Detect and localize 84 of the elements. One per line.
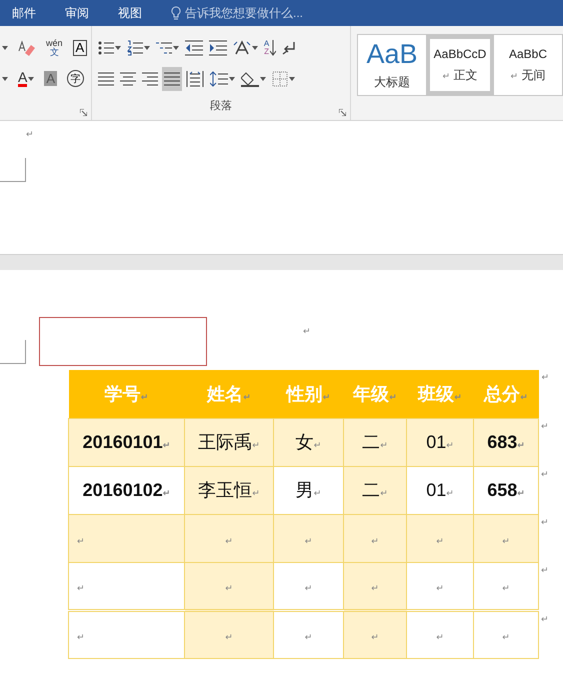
table-cell: ↵ [184, 610, 274, 658]
table-cell: 20160101↵ [68, 418, 184, 466]
table-cell: ↵ [406, 514, 474, 562]
character-shading-glyph: A [44, 71, 58, 86]
caret-icon [252, 46, 258, 50]
table-cell: 二↵ [344, 418, 406, 466]
bullet-list-icon [98, 40, 114, 56]
ribbon-tab[interactable]: 邮件 [12, 4, 65, 22]
dialog-launcher-icon [80, 109, 87, 116]
tell-me-field[interactable]: 告诉我您想要做什么... [185, 4, 304, 22]
header-cell: 性别↵ [274, 370, 344, 418]
ribbon-tab[interactable]: 审阅 [65, 4, 118, 22]
row-end-mark: ↵ [542, 372, 550, 383]
table-cell: 01↵ [406, 466, 474, 514]
eraser-icon [18, 40, 36, 56]
row-end-mark: ↵ [541, 420, 549, 432]
row-end-mark: ↵ [541, 468, 549, 480]
table-cell: ↵ [406, 610, 474, 658]
ribbon-button[interactable] [162, 66, 182, 90]
header-cell: 年级↵ [344, 370, 406, 418]
multilevel-list-icon [156, 40, 172, 56]
table-cell: 李玉恒↵ [184, 466, 274, 514]
row-end-mark: ↵ [541, 564, 549, 576]
table-cell: 二↵ [344, 466, 406, 514]
down-arrow-icon [270, 40, 276, 56]
table-cell: 王际禹↵ [184, 418, 274, 466]
distributed-align-icon [186, 70, 204, 86]
caret-icon [2, 76, 8, 80]
align-left-icon [98, 70, 114, 86]
borders-icon [272, 70, 288, 86]
caret-icon [288, 76, 295, 80]
group-label: 段落 [208, 99, 233, 113]
character-border-glyph: A [72, 40, 88, 56]
justify-icon [164, 70, 180, 86]
caret-icon [114, 46, 121, 50]
table-cell: ↵ [68, 514, 184, 562]
header-cell: 学号↵ [68, 370, 184, 418]
sort-letter: A [264, 40, 270, 48]
paragraph-mark: ↵ [26, 129, 34, 140]
caret-icon [28, 76, 34, 80]
decrease-indent-icon [184, 40, 203, 56]
ribbon-button[interactable]: A Z [262, 36, 278, 60]
header-cell: 姓名↵ [184, 370, 274, 418]
font-color-glyph: A [18, 70, 28, 86]
numbered-list-icon [126, 40, 143, 56]
margin-corner-mark [0, 340, 26, 364]
paint-bucket-icon [240, 70, 259, 86]
table-cell: ↵ [184, 514, 274, 562]
row-end-mark: ↵ [541, 614, 549, 624]
lightbulb-icon [171, 6, 181, 20]
increase-indent-icon [208, 40, 227, 56]
caret-icon [144, 46, 150, 50]
margin-corner-mark [0, 158, 26, 182]
dialog-launcher-icon [339, 109, 346, 116]
table-cell: ↵ [184, 562, 274, 610]
header-cell: 班级↵ [406, 370, 474, 418]
row-end-mark: ↵ [541, 516, 549, 528]
text-direction-icon [232, 40, 251, 56]
caret-icon [2, 46, 8, 50]
sort-letter: Z [264, 48, 270, 56]
align-center-icon [120, 70, 136, 86]
table-cell: ↵ [344, 514, 406, 562]
table-cell: 20160102↵ [68, 466, 184, 514]
phonetic-character: 文 [50, 48, 59, 56]
style-option[interactable]: AaBbCcD ↵ 正文 [426, 35, 494, 95]
align-right-icon [142, 70, 158, 86]
caret-icon [228, 76, 235, 80]
ribbon-button[interactable]: 字 [65, 66, 86, 90]
table-cell: 女↵ [274, 418, 344, 466]
phonetic-letters: wén [46, 38, 63, 48]
formatting-marks-icon [282, 40, 296, 56]
enclose-character-glyph: 字 [67, 70, 84, 87]
ribbon-button[interactable]: wén 文 [44, 36, 65, 60]
line-spacing-icon [210, 70, 228, 86]
caret-icon [172, 46, 179, 50]
table-cell: ↵ [274, 514, 344, 562]
table-cell: ↵ [344, 562, 406, 610]
table-cell: ↵ [344, 610, 406, 658]
ribbon-button[interactable]: A [70, 36, 90, 60]
caret-icon [260, 76, 266, 80]
ribbon-button[interactable]: A [16, 66, 36, 90]
paragraph-mark: ↵ [303, 326, 311, 337]
ribbon-tab[interactable]: 视图 [118, 4, 171, 22]
table-cell: 01↵ [406, 418, 474, 466]
